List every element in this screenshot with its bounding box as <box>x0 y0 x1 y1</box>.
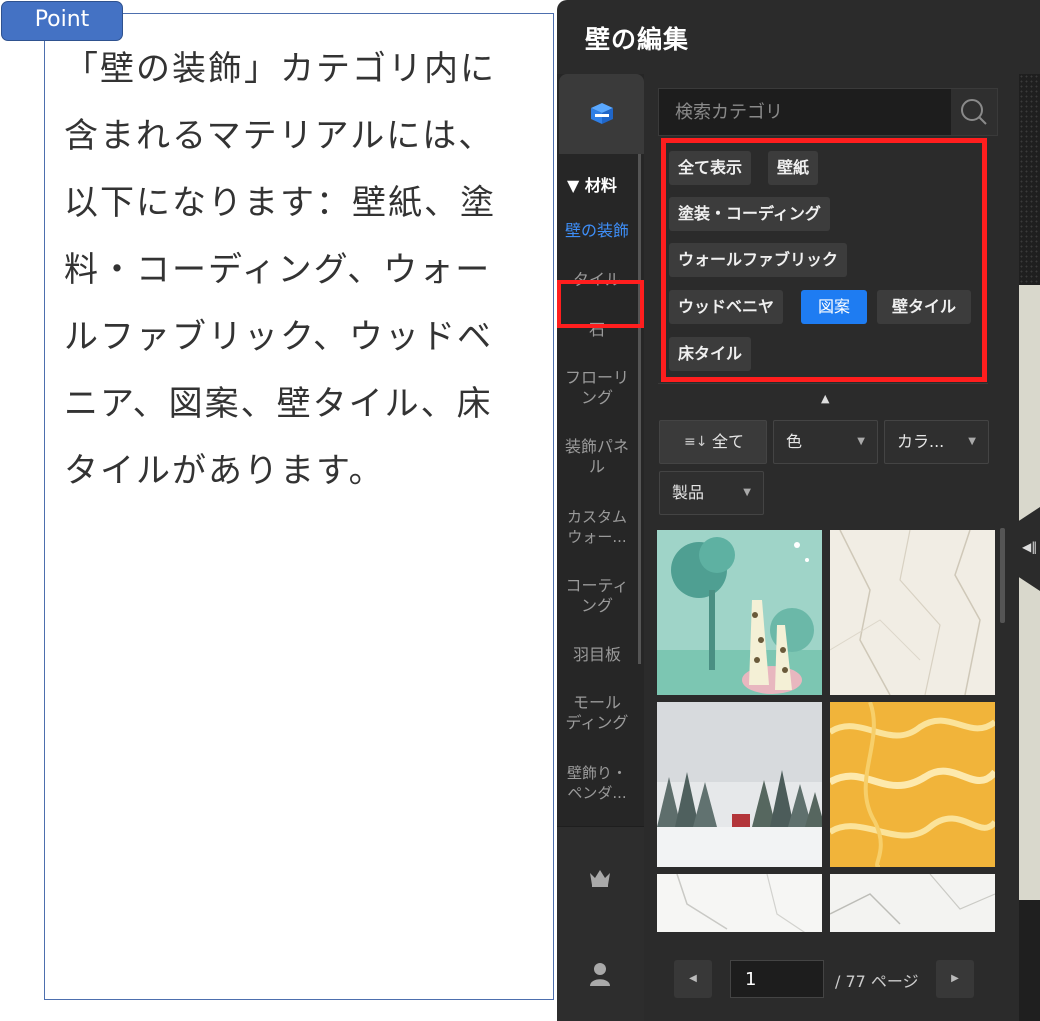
sort-filter-label: 全て <box>712 432 745 451</box>
rail-item-flooring[interactable]: フローリング <box>557 368 637 408</box>
color-filter[interactable]: 色 ▼ <box>773 420 878 464</box>
material-grid <box>657 528 999 932</box>
category-filter[interactable]: カラ... ▼ <box>884 420 989 464</box>
side-strip-pattern <box>1019 74 1040 285</box>
crown-icon[interactable] <box>589 868 611 888</box>
sort-icon: ≡↓ <box>684 434 708 450</box>
chevron-down-icon: ▼ <box>968 436 976 447</box>
rail-bottom-area <box>557 826 644 1021</box>
wall-editor-panel: 壁の編集 ▼ 材料 壁の装飾 タイル 石 フローリング 装飾パネル カスタムウォ… <box>557 0 1040 1021</box>
materials-section-header[interactable]: ▼ 材料 <box>567 172 617 196</box>
material-thumbnail[interactable] <box>830 530 995 695</box>
chevron-left-icon: ◀ <box>689 973 697 984</box>
user-icon[interactable] <box>589 962 611 986</box>
material-thumbnail[interactable] <box>657 874 822 932</box>
marble-image <box>830 874 995 932</box>
rail-item-coating[interactable]: コーティング <box>557 576 637 616</box>
rail-item-molding[interactable]: モールディング <box>557 693 637 733</box>
chevron-down-icon: ▼ <box>857 436 865 447</box>
category-search <box>658 88 998 136</box>
note-text: 「壁の装飾」カテゴリ内に含まれるマテリアルには、以下になります：壁紙、塗料・コー… <box>64 49 496 491</box>
color-filter-label: 色 <box>786 432 803 451</box>
chevron-right-icon: ▶ <box>951 973 959 984</box>
rail-item-paneling[interactable]: 羽目板 <box>557 645 637 665</box>
material-thumbnail[interactable] <box>830 874 995 932</box>
giraffe-pattern-image <box>657 530 822 695</box>
search-icon <box>961 99 987 125</box>
rail-scrollbar[interactable] <box>638 154 641 664</box>
point-badge: Point <box>1 1 123 41</box>
sort-filter[interactable]: ≡↓ 全て <box>659 420 767 464</box>
panel-title: 壁の編集 <box>585 25 690 54</box>
rail-item-custom-wall[interactable]: カスタムウォー... <box>557 507 637 547</box>
chevron-down-icon: ▼ <box>743 487 751 498</box>
rail-item-wall-ornament[interactable]: 壁飾り・ペンダ... <box>557 763 637 803</box>
page-total: / 77 ページ <box>835 972 919 991</box>
snowy-forest-image <box>657 702 822 867</box>
material-thumbnail[interactable] <box>657 530 822 695</box>
rail-item-wall-decoration[interactable]: 壁の装飾 <box>557 221 637 241</box>
material-thumbnail[interactable] <box>657 702 822 867</box>
materials-tab[interactable] <box>559 74 644 154</box>
category-filter-label: カラ... <box>897 432 945 451</box>
search-input[interactable] <box>659 89 949 135</box>
marble-image <box>657 874 822 932</box>
next-page-button[interactable]: ▶ <box>936 960 974 998</box>
product-filter-label: 製品 <box>672 483 705 502</box>
page-number-input[interactable] <box>730 960 824 998</box>
collapse-up-icon[interactable]: ▲ <box>821 392 829 405</box>
product-filter[interactable]: 製品 ▼ <box>659 471 764 515</box>
materials-cube-icon <box>591 103 613 124</box>
rail-item-decorative-panel[interactable]: 装飾パネル <box>557 437 637 477</box>
collapse-left-icon: ◀‖ <box>1022 540 1038 554</box>
yellow-texture-image <box>830 702 995 867</box>
search-button[interactable] <box>951 89 997 135</box>
tags-highlight-box <box>661 138 987 382</box>
side-strip-preview <box>1019 285 1040 900</box>
rail-highlight-box <box>557 280 644 328</box>
white-marble-image <box>830 530 995 695</box>
material-thumbnail[interactable] <box>830 702 995 867</box>
prev-page-button[interactable]: ◀ <box>674 960 712 998</box>
tags-divider <box>658 383 988 384</box>
grid-scrollbar[interactable] <box>1000 528 1005 623</box>
